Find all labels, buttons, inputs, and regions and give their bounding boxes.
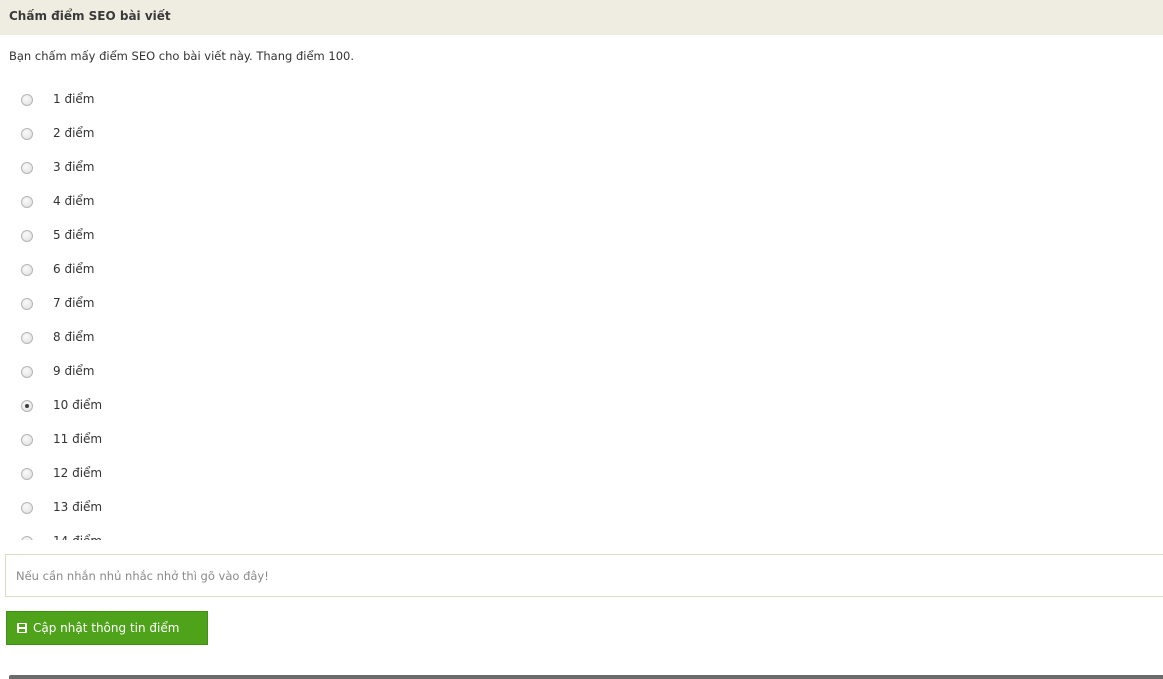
score-radio[interactable]	[21, 264, 33, 276]
score-option[interactable]: 2 điểm	[0, 118, 1163, 152]
score-radio[interactable]	[21, 502, 33, 514]
score-radio[interactable]	[21, 434, 33, 446]
score-radio[interactable]	[21, 332, 33, 344]
score-option-label[interactable]: 5 điểm	[53, 228, 94, 242]
note-input[interactable]	[5, 554, 1163, 597]
save-icon	[17, 623, 27, 633]
score-radio[interactable]	[21, 298, 33, 310]
score-option[interactable]: 4 điểm	[0, 186, 1163, 220]
score-radio[interactable]	[21, 128, 33, 140]
score-radio[interactable]	[21, 162, 33, 174]
score-radio[interactable]	[21, 366, 33, 378]
update-score-button-label: Cập nhật thông tin điểm	[33, 621, 180, 635]
score-option-label[interactable]: 9 điểm	[53, 364, 94, 378]
score-radio[interactable]	[21, 468, 33, 480]
score-option-label[interactable]: 12 điểm	[53, 466, 102, 480]
score-option-label[interactable]: 6 điểm	[53, 262, 94, 276]
score-option[interactable]: 1 điểm	[0, 84, 1163, 118]
score-option[interactable]: 6 điểm	[0, 254, 1163, 288]
score-option-label[interactable]: 7 điểm	[53, 296, 94, 310]
score-options-list[interactable]: 1 điểm 2 điểm 3 điểm 4 điểm 5 điểm 6 điểm 7 đi…	[0, 84, 1163, 540]
score-option[interactable]: 13 điểm	[0, 492, 1163, 526]
score-option[interactable]: 10 điểm	[0, 390, 1163, 424]
score-option-label[interactable]: 13 điểm	[53, 500, 102, 514]
panel-header: Chấm điểm SEO bài viết	[0, 0, 1163, 35]
score-option[interactable]: 11 điểm	[0, 424, 1163, 458]
score-option[interactable]: 14 điểm	[0, 526, 1163, 540]
score-option-label[interactable]: 14 điểm	[53, 534, 102, 540]
score-option-label[interactable]: 2 điểm	[53, 126, 94, 140]
score-option-label[interactable]: 4 điểm	[53, 194, 94, 208]
score-radio[interactable]	[21, 196, 33, 208]
score-option-label[interactable]: 8 điểm	[53, 330, 94, 344]
score-radio[interactable]	[21, 400, 33, 412]
score-option[interactable]: 3 điểm	[0, 152, 1163, 186]
score-option[interactable]: 5 điểm	[0, 220, 1163, 254]
score-option[interactable]: 9 điểm	[0, 356, 1163, 390]
rating-description: Bạn chấm mấy điểm SEO cho bài viết này. …	[9, 49, 354, 63]
score-option[interactable]: 8 điểm	[0, 322, 1163, 356]
bottom-divider	[9, 675, 1163, 679]
score-option-label[interactable]: 1 điểm	[53, 92, 94, 106]
score-option[interactable]: 7 điểm	[0, 288, 1163, 322]
score-radio[interactable]	[21, 230, 33, 242]
score-radio[interactable]	[21, 94, 33, 106]
score-option[interactable]: 12 điểm	[0, 458, 1163, 492]
panel-title: Chấm điểm SEO bài viết	[9, 9, 171, 23]
score-radio[interactable]	[21, 536, 33, 540]
score-option-label[interactable]: 10 điểm	[53, 398, 102, 412]
score-option-label[interactable]: 3 điểm	[53, 160, 94, 174]
update-score-button[interactable]: Cập nhật thông tin điểm	[6, 611, 208, 645]
score-option-label[interactable]: 11 điểm	[53, 432, 102, 446]
